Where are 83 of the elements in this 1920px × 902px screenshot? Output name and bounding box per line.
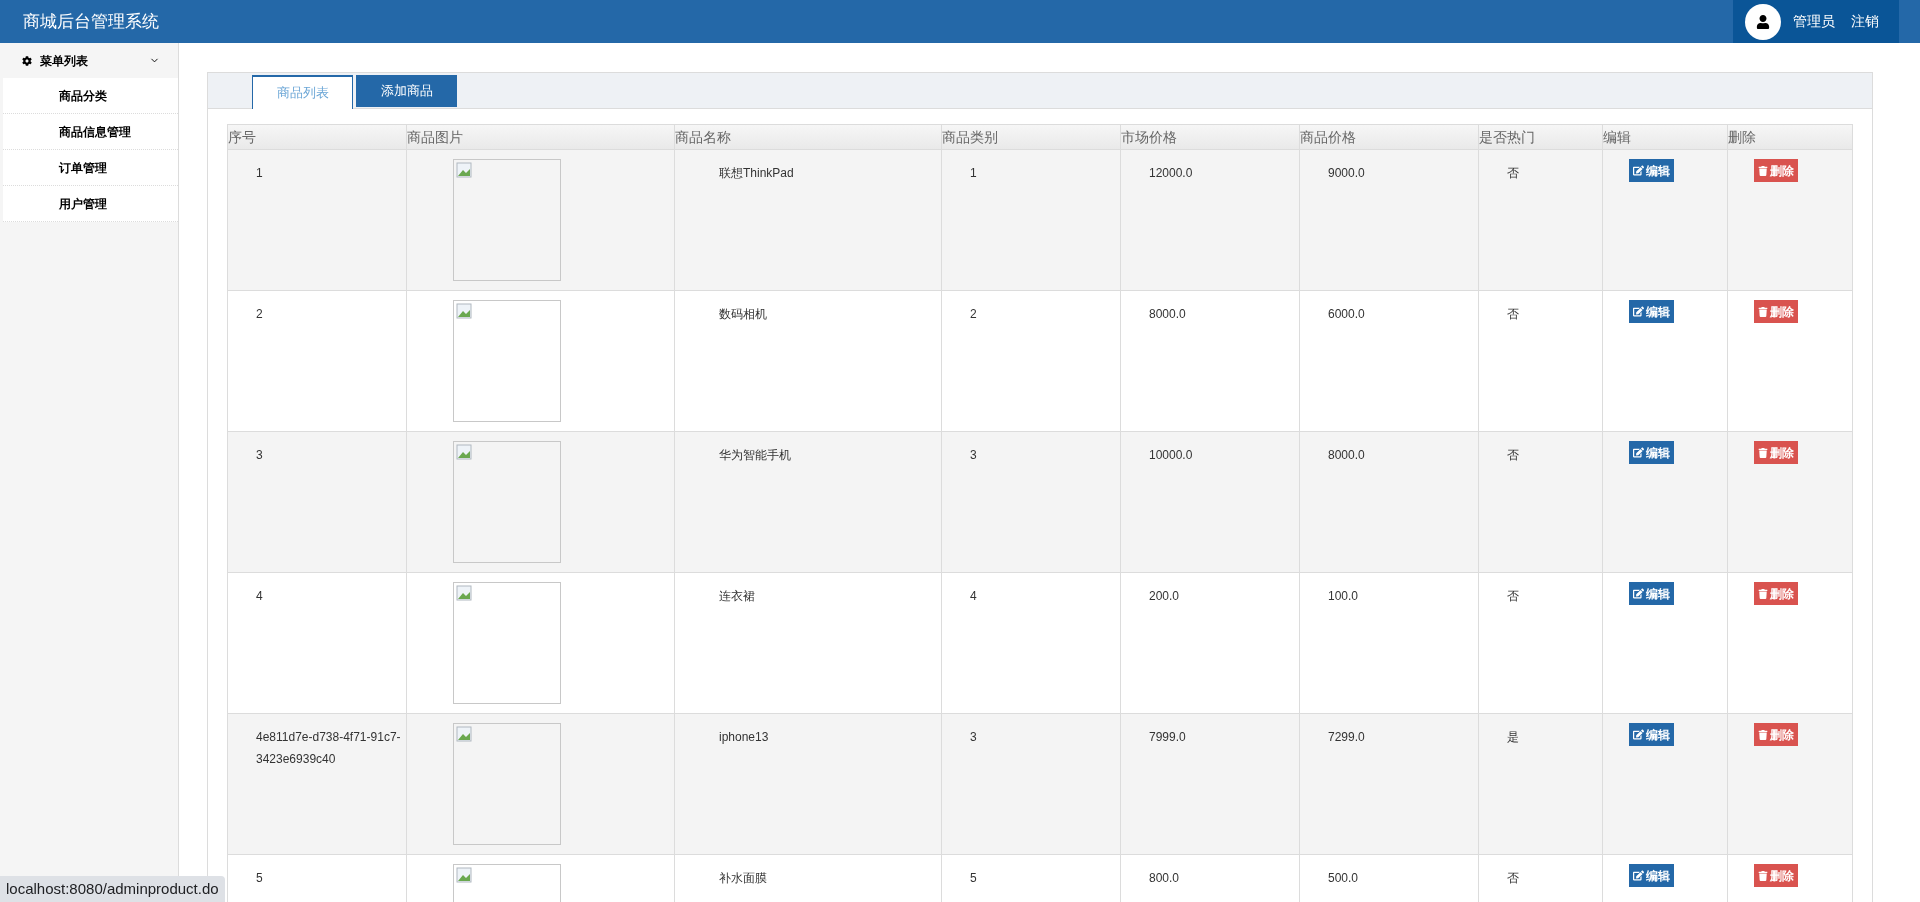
column-header: 编辑 xyxy=(1602,124,1728,150)
edit-icon xyxy=(1633,306,1644,317)
trash-icon xyxy=(1758,447,1768,458)
edit-icon xyxy=(1633,165,1644,176)
column-header: 商品图片 xyxy=(406,124,675,150)
broken-image-icon xyxy=(456,726,472,742)
column-header: 商品价格 xyxy=(1299,124,1479,150)
table-cell: 7999.0 xyxy=(1120,713,1300,855)
delete-button[interactable]: 删除 xyxy=(1754,441,1798,464)
trash-icon xyxy=(1758,870,1768,881)
edit-button[interactable]: 编辑 xyxy=(1629,441,1674,464)
edit-button[interactable]: 编辑 xyxy=(1629,723,1674,746)
table-cell: 12000.0 xyxy=(1120,149,1300,291)
delete-button[interactable]: 删除 xyxy=(1754,300,1798,323)
user-icon xyxy=(1756,14,1770,29)
table-cell: 否 xyxy=(1478,431,1603,573)
table-cell: 5 xyxy=(227,854,407,902)
column-header: 序号 xyxy=(227,124,407,150)
table-cell: 8000.0 xyxy=(1299,431,1479,573)
column-header: 市场价格 xyxy=(1120,124,1300,150)
sidebar-item[interactable]: 商品分类 xyxy=(3,78,178,114)
trash-icon xyxy=(1758,729,1768,740)
table-cell: 8000.0 xyxy=(1120,290,1300,432)
menu-header[interactable]: 菜单列表 xyxy=(0,43,178,78)
logout-link[interactable]: 注销 xyxy=(1851,11,1879,32)
broken-image-icon xyxy=(456,444,472,460)
table-cell: 1 xyxy=(941,149,1121,291)
table-cell: 6000.0 xyxy=(1299,290,1479,432)
broken-image-icon xyxy=(456,585,472,601)
edit-button[interactable]: 编辑 xyxy=(1629,864,1674,887)
edit-button[interactable]: 编辑 xyxy=(1629,582,1674,605)
broken-image-icon xyxy=(456,162,472,178)
table-cell: 200.0 xyxy=(1120,572,1300,714)
column-header: 商品名称 xyxy=(674,124,942,150)
tab[interactable]: 添加商品 xyxy=(356,75,457,107)
table-cell: 100.0 xyxy=(1299,572,1479,714)
table-cell: 否 xyxy=(1478,290,1603,432)
table-cell: 数码相机 xyxy=(674,290,942,432)
table-cell: 3 xyxy=(227,431,407,573)
status-url: localhost:8080/adminproduct.do xyxy=(0,876,225,902)
table-cell: 否 xyxy=(1478,149,1603,291)
column-header: 商品类别 xyxy=(941,124,1121,150)
app-title: 商城后台管理系统 xyxy=(22,10,159,33)
sidebar-item[interactable]: 用户管理 xyxy=(3,186,178,222)
table-cell: 2 xyxy=(941,290,1121,432)
sidebar-item[interactable]: 订单管理 xyxy=(3,150,178,186)
table-cell: 4 xyxy=(941,572,1121,714)
edit-button[interactable]: 编辑 xyxy=(1629,300,1674,323)
trash-icon xyxy=(1758,306,1768,317)
column-header: 是否热门 xyxy=(1478,124,1603,150)
table-cell: 是 xyxy=(1478,713,1603,855)
edit-icon xyxy=(1633,447,1644,458)
table-cell: 2 xyxy=(227,290,407,432)
table-cell: 4 xyxy=(227,572,407,714)
edit-icon xyxy=(1633,729,1644,740)
trash-icon xyxy=(1758,588,1768,599)
table-cell: 7299.0 xyxy=(1299,713,1479,855)
table-cell: 华为智能手机 xyxy=(674,431,942,573)
edit-button[interactable]: 编辑 xyxy=(1629,159,1674,182)
table-cell: 连衣裙 xyxy=(674,572,942,714)
trash-icon xyxy=(1758,165,1768,176)
sidebar-item[interactable]: 商品信息管理 xyxy=(3,114,178,150)
table-cell: 否 xyxy=(1478,572,1603,714)
table-cell: 联想ThinkPad xyxy=(674,149,942,291)
table-cell: 4e811d7e-d738-4f71-91c7-3423e6939c40 xyxy=(227,713,407,855)
delete-button[interactable]: 删除 xyxy=(1754,159,1798,182)
delete-button[interactable]: 删除 xyxy=(1754,864,1798,887)
delete-button[interactable]: 删除 xyxy=(1754,582,1798,605)
table-cell: 1 xyxy=(227,149,407,291)
settings-icon xyxy=(22,55,32,66)
user-name: 管理员 xyxy=(1793,12,1835,31)
broken-image-icon xyxy=(456,867,472,883)
table-cell: 10000.0 xyxy=(1120,431,1300,573)
broken-image-icon xyxy=(456,303,472,319)
table-cell: iphone13 xyxy=(674,713,942,855)
delete-button[interactable]: 删除 xyxy=(1754,723,1798,746)
edit-icon xyxy=(1633,870,1644,881)
table-cell: 9000.0 xyxy=(1299,149,1479,291)
column-header: 删除 xyxy=(1727,124,1853,150)
table-cell: 3 xyxy=(941,431,1121,573)
edit-icon xyxy=(1633,588,1644,599)
menu-title: 菜单列表 xyxy=(40,52,89,70)
table-cell: 3 xyxy=(941,713,1121,855)
